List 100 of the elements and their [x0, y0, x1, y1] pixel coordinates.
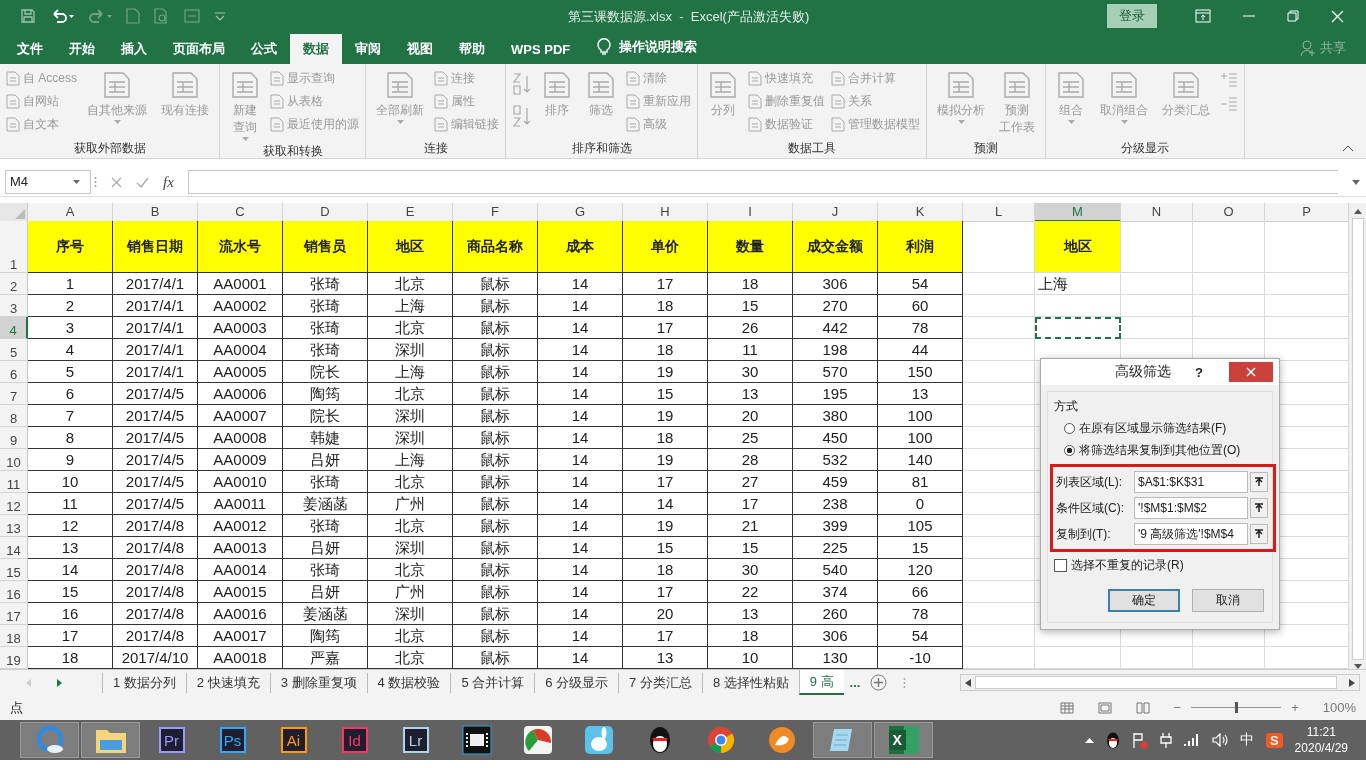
collapse-ribbon-icon[interactable]: [1342, 145, 1354, 152]
close-icon[interactable]: [1331, 9, 1344, 23]
input-method-logo[interactable]: S: [1265, 732, 1283, 748]
clock-date[interactable]: 2020/4/29: [1294, 740, 1348, 756]
page-layout-icon[interactable]: [1097, 701, 1112, 714]
row-header[interactable]: 18: [0, 625, 28, 647]
customize-caret-icon[interactable]: [214, 11, 226, 21]
next-sheet-icon[interactable]: [57, 678, 62, 687]
flag-icon[interactable]: [1131, 731, 1148, 749]
ribbon-tab[interactable]: 插入: [108, 34, 160, 64]
drag-handle-icon[interactable]: [94, 176, 97, 188]
ribbon-tab[interactable]: 开始: [56, 34, 108, 64]
more-sheets-button[interactable]: ...: [849, 675, 861, 690]
sign-in-button[interactable]: 登录: [1107, 4, 1157, 28]
row-header[interactable]: 15: [0, 559, 28, 581]
volume-icon[interactable]: [1211, 733, 1228, 747]
expand-caret-icon[interactable]: [1352, 179, 1360, 185]
power-icon[interactable]: [1159, 731, 1172, 749]
row-header[interactable]: 4: [0, 317, 28, 339]
row-header[interactable]: 11: [0, 471, 28, 493]
penguin-icon[interactable]: [1105, 731, 1120, 749]
sheet-tab[interactable]: 7 分类汇总: [618, 672, 702, 693]
ribbon-tab[interactable]: 数据: [290, 34, 342, 64]
dialog-button[interactable]: 确定: [1108, 589, 1180, 612]
taskbar-button[interactable]: Lr: [386, 722, 445, 758]
sheet-tab[interactable]: 3 删除重复项: [269, 672, 367, 693]
print-preview-icon[interactable]: [154, 8, 170, 24]
sheet-tab[interactable]: 5 合并计算: [450, 672, 535, 693]
row-header[interactable]: 9: [0, 427, 28, 449]
range-field[interactable]: '!$M$1:$M$2: [1134, 497, 1248, 519]
radio-option[interactable]: 将筛选结果复制到其他位置(O): [1054, 442, 1272, 459]
column-header[interactable]: O: [1193, 203, 1265, 222]
row-header[interactable]: 8: [0, 405, 28, 427]
sheet-tab[interactable]: 4 数据校验: [366, 672, 451, 693]
column-header[interactable]: L: [963, 203, 1035, 222]
row-header[interactable]: 7: [0, 383, 28, 405]
ribbon-tab[interactable]: 视图: [394, 34, 446, 64]
row-header[interactable]: 14: [0, 537, 28, 559]
check-icon[interactable]: [136, 176, 149, 188]
zoom-level[interactable]: 100%: [1322, 700, 1356, 715]
close-button[interactable]: [1229, 362, 1273, 382]
row-header[interactable]: 19: [0, 647, 28, 669]
undo-icon[interactable]: [50, 8, 74, 24]
taskbar-button[interactable]: Id: [325, 722, 384, 758]
ribbon-display-icon[interactable]: [1195, 9, 1211, 23]
restore-icon[interactable]: [1287, 10, 1299, 22]
range-field[interactable]: '9 高级筛选'!$M$4: [1134, 523, 1248, 545]
column-header[interactable]: P: [1265, 203, 1349, 222]
ribbon-tab[interactable]: 帮助: [446, 34, 498, 64]
taskbar-button[interactable]: Pr: [142, 722, 201, 758]
sheet-tab[interactable]: 1 数据分列: [102, 672, 186, 693]
vertical-scrollbar[interactable]: [1349, 203, 1366, 669]
row-header[interactable]: 3: [0, 295, 28, 317]
row-header[interactable]: 12: [0, 493, 28, 515]
cancel-icon[interactable]: [111, 176, 122, 188]
row-header[interactable]: 17: [0, 603, 28, 625]
taskbar-button[interactable]: X: [874, 722, 933, 758]
scroll-right-icon[interactable]: [1349, 678, 1355, 687]
collapse-dialog-icon[interactable]: [1250, 472, 1268, 492]
zoom-in-button[interactable]: +: [1291, 700, 1299, 715]
collapse-dialog-icon[interactable]: [1250, 524, 1268, 544]
horizontal-scrollbar[interactable]: [960, 674, 1360, 691]
ribbon-tab[interactable]: 页面布局: [160, 34, 238, 64]
signal-icon[interactable]: [1183, 733, 1200, 747]
formula-field[interactable]: [187, 170, 1338, 194]
row-header[interactable]: 13: [0, 515, 28, 537]
input-method-indicator[interactable]: 中: [1239, 731, 1254, 749]
sheet-tab[interactable]: 8 选择性粘贴: [701, 672, 799, 693]
row-header[interactable]: 10: [0, 449, 28, 471]
sheet-tab[interactable]: 9 高: [798, 670, 844, 695]
row-header[interactable]: 1: [0, 221, 28, 273]
row-header[interactable]: 6: [0, 361, 28, 383]
add-sheet-icon[interactable]: [870, 674, 888, 691]
name-box[interactable]: M4: [5, 170, 91, 194]
clock-time[interactable]: 11:21: [1306, 724, 1336, 740]
sheet-tab[interactable]: 2 快速填充: [185, 672, 270, 693]
taskbar-button[interactable]: Ai: [264, 722, 323, 758]
ribbon-tab[interactable]: WPS PDF: [498, 34, 584, 64]
save-icon[interactable]: [20, 8, 36, 24]
help-button[interactable]: ?: [1195, 364, 1203, 380]
ribbon-tab[interactable]: 审阅: [342, 34, 394, 64]
row-header[interactable]: 5: [0, 339, 28, 361]
range-field[interactable]: $A$1:$K$31: [1134, 471, 1248, 493]
ribbon-tab[interactable]: 公式: [238, 34, 290, 64]
ribbon-tab[interactable]: 文件: [4, 34, 56, 64]
dropdown-caret-icon[interactable]: [73, 180, 80, 184]
taskbar-button[interactable]: Ps: [203, 722, 262, 758]
dialog-button[interactable]: 取消: [1192, 589, 1264, 612]
zoom-out-button[interactable]: −: [1173, 700, 1182, 715]
normal-view-icon[interactable]: [1059, 701, 1074, 714]
show-hidden-icons-icon[interactable]: [1084, 737, 1094, 743]
scroll-up-icon[interactable]: [1353, 209, 1362, 214]
unique-records-checkbox[interactable]: 选择不重复的记录(R): [1054, 557, 1272, 574]
insert-function-button[interactable]: fx: [163, 173, 174, 191]
radio-option[interactable]: 在原有区域显示筛选结果(F): [1054, 420, 1272, 437]
page-break-icon[interactable]: [1135, 701, 1150, 714]
row-header[interactable]: 2: [0, 273, 28, 295]
row-header[interactable]: 16: [0, 581, 28, 603]
tell-me-search[interactable]: 操作说明搜索: [619, 38, 698, 56]
collapse-dialog-icon[interactable]: [1250, 498, 1268, 518]
